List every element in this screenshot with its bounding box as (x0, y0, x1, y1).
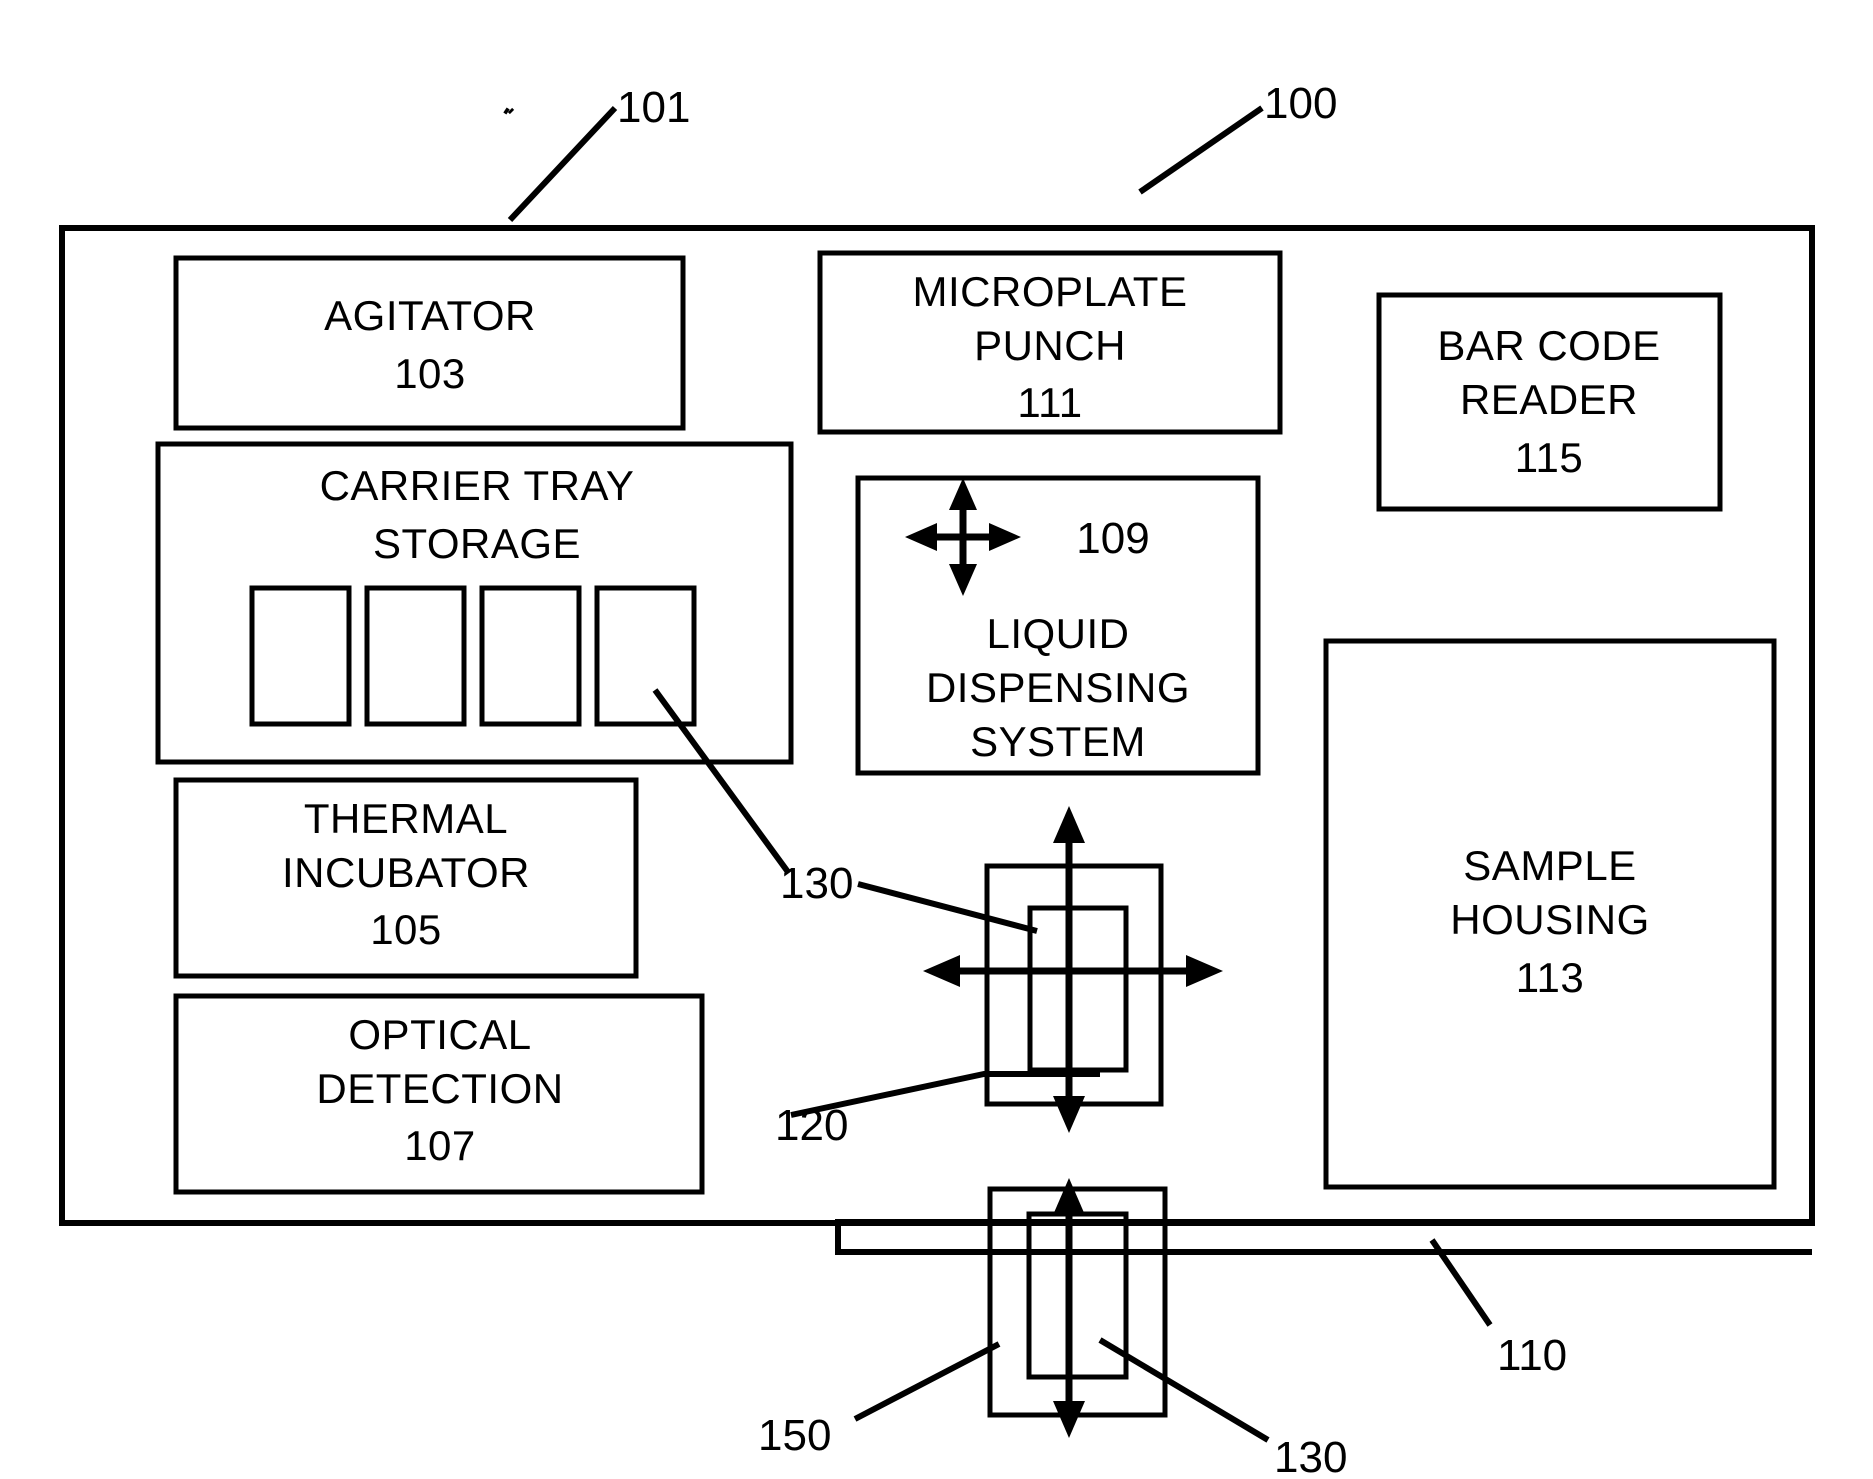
liquid-badge-109: 109 (1076, 514, 1149, 563)
barcode-label-line2: READER (1460, 376, 1638, 423)
ref-label-130-lower: 130 (1274, 1433, 1347, 1479)
barcode-label-line1: BAR CODE (1437, 322, 1660, 369)
liquid-label-line1: LIQUID (986, 610, 1129, 657)
tray-slot-2[interactable] (364, 585, 467, 727)
punch-label-line3: 111 (1017, 379, 1082, 426)
four-way-arrow-icon-109 (905, 478, 1021, 596)
lower-gripper-jaw-130[interactable] (1026, 1211, 1129, 1380)
ref-label-150: 150 (758, 1411, 831, 1460)
sample-label-line1: SAMPLE (1463, 842, 1636, 889)
patent-figure-canvas: AGITATOR 103 CARRIER TRAY STORAGE THERMA… (0, 0, 1873, 1479)
thermal-label-line3: 105 (370, 906, 442, 953)
lower-gripper-vertical-axis (1053, 1178, 1085, 1438)
optical-label-line2: DETECTION (316, 1065, 563, 1112)
punch-label-line1: MICROPLATE (913, 268, 1188, 315)
ref-label-101: 101 (617, 83, 690, 132)
sample-label-line2: HOUSING (1450, 896, 1650, 943)
carrier-label-line1: CARRIER TRAY (320, 462, 635, 509)
leader-line-100 (1138, 105, 1264, 195)
thermal-label-line1: THERMAL (304, 795, 508, 842)
leader-line-150 (853, 1341, 1001, 1422)
patent-diagram: AGITATOR 103 CARRIER TRAY STORAGE THERMA… (59, 79, 1815, 1479)
leader-101-tick (507, 107, 515, 115)
agitator-block[interactable] (173, 255, 686, 431)
agitator-label-line2: 103 (394, 350, 466, 397)
agitator-label-line1: AGITATOR (324, 292, 536, 339)
upper-gripper-jaw-130[interactable] (1027, 905, 1129, 1073)
thermal-label-line2: INCUBATOR (282, 849, 530, 896)
ref-label-130-upper: 130 (780, 859, 853, 908)
upper-gripper-horizontal-axis (923, 955, 1223, 987)
optical-label-line3: 107 (404, 1122, 476, 1169)
barcode-label-line3: 115 (1515, 434, 1583, 481)
leader-line-130-upper (652, 688, 791, 874)
leader-101-dot (503, 107, 510, 115)
tray-slot-4[interactable] (594, 585, 697, 727)
tray-slot-1[interactable] (249, 585, 352, 727)
tray-slot-3[interactable] (479, 585, 582, 727)
optical-label-line1: OPTICAL (348, 1011, 531, 1058)
ref-label-100: 100 (1264, 79, 1337, 128)
sample-label-line3: 113 (1516, 954, 1584, 1001)
punch-label-line2: PUNCH (974, 322, 1126, 369)
leader-line-130-upper-callout (857, 881, 1038, 934)
ref-label-110: 110 (1497, 1331, 1567, 1380)
leader-line-101 (507, 105, 618, 223)
liquid-label-line3: SYSTEM (970, 718, 1146, 765)
leader-line-130-lower (1098, 1337, 1270, 1443)
liquid-label-line2: DISPENSING (926, 664, 1190, 711)
ref-label-120: 120 (775, 1101, 848, 1150)
carrier-label-line2: STORAGE (373, 520, 581, 567)
